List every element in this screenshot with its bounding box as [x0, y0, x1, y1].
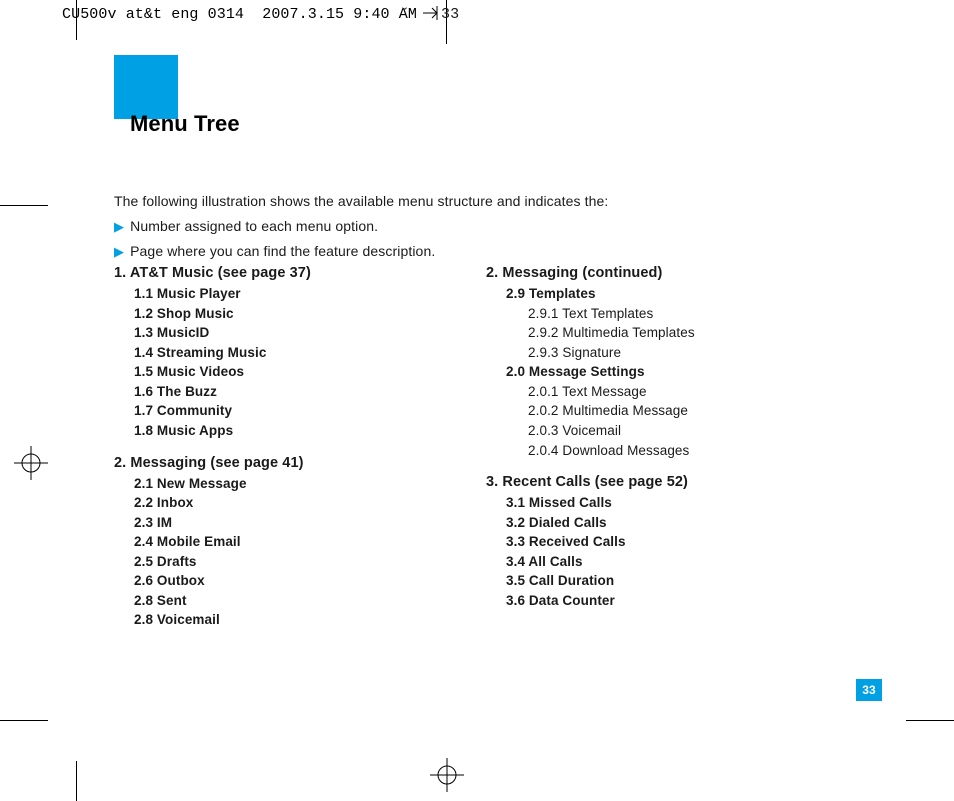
- menu-item: 2.1 New Message: [114, 474, 486, 494]
- menu-item: 2.3 IM: [114, 513, 486, 533]
- triangle-bullet-icon: ▶: [114, 242, 124, 262]
- menu-column-right: 2. Messaging (continued) 2.9 Templates 2…: [486, 265, 858, 630]
- intro-line: The following illustration shows the ava…: [114, 191, 608, 212]
- intro-bullet: ▶ Page where you can find the feature de…: [114, 241, 608, 262]
- menu-subheading: 2.0 Message Settings: [486, 362, 858, 382]
- menu-subitem: 2.9.3 Signature: [486, 343, 858, 363]
- menu-item: 2.6 Outbox: [114, 571, 486, 591]
- section-heading: 2. Messaging (see page 41): [114, 455, 486, 471]
- page-content: Menu Tree The following illustration sho…: [76, 55, 916, 755]
- menu-subitem: 2.9.2 Multimedia Templates: [486, 323, 858, 343]
- menu-item: 3.5 Call Duration: [486, 571, 858, 591]
- intro-block: The following illustration shows the ava…: [114, 191, 608, 262]
- menu-item: 2.5 Drafts: [114, 552, 486, 572]
- registration-mark-icon: [14, 446, 48, 480]
- intro-bullet-text: Number assigned to each menu option.: [130, 216, 378, 237]
- section-heading: 2. Messaging (continued): [486, 265, 858, 281]
- menu-item: 1.5 Music Videos: [114, 362, 486, 382]
- menu-item: 3.2 Dialed Calls: [486, 513, 858, 533]
- menu-item: 1.2 Shop Music: [114, 304, 486, 324]
- menu-item: 2.4 Mobile Email: [114, 532, 486, 552]
- menu-item: 1.8 Music Apps: [114, 421, 486, 441]
- menu-item: 1.7 Community: [114, 401, 486, 421]
- menu-item: 3.4 All Calls: [486, 552, 858, 572]
- menu-item: 1.3 MusicID: [114, 323, 486, 343]
- print-header-page-marker: 33: [423, 6, 459, 23]
- page-title: Menu Tree: [130, 111, 240, 137]
- menu-subheading: 2.9 Templates: [486, 284, 858, 304]
- menu-item: 3.1 Missed Calls: [486, 493, 858, 513]
- crop-mark: [0, 720, 48, 721]
- menu-item: 2.8 Sent: [114, 591, 486, 611]
- menu-item: 2.2 Inbox: [114, 493, 486, 513]
- section-heading: 3. Recent Calls (see page 52): [486, 474, 858, 490]
- print-header-glyph: ˘: [400, 6, 409, 23]
- menu-item: 1.6 The Buzz: [114, 382, 486, 402]
- menu-subitem: 2.9.1 Text Templates: [486, 304, 858, 324]
- triangle-bullet-icon: ▶: [114, 217, 124, 237]
- section-heading: 1. AT&T Music (see page 37): [114, 265, 486, 281]
- crop-mark: [76, 761, 77, 801]
- registration-mark-icon: [430, 758, 464, 792]
- menu-item: 1.4 Streaming Music: [114, 343, 486, 363]
- crop-mark: [0, 205, 48, 206]
- page-number-badge: 33: [856, 679, 882, 701]
- intro-bullet-text: Page where you can find the feature desc…: [130, 241, 435, 262]
- print-header-page-number: 33: [441, 6, 459, 23]
- menu-subitem: 2.0.2 Multimedia Message: [486, 401, 858, 421]
- menu-item: 3.6 Data Counter: [486, 591, 858, 611]
- menu-item: 2.8 Voicemail: [114, 610, 486, 630]
- print-header-filename: CU500v at&t eng 0314 2007.3.15 9:40 AM: [62, 6, 417, 23]
- menu-column-left: 1. AT&T Music (see page 37) 1.1 Music Pl…: [114, 265, 486, 630]
- menu-item: 3.3 Received Calls: [486, 532, 858, 552]
- menu-item: 1.1 Music Player: [114, 284, 486, 304]
- menu-subitem: 2.0.1 Text Message: [486, 382, 858, 402]
- title-accent-box: [114, 55, 178, 119]
- menu-subitem: 2.0.3 Voicemail: [486, 421, 858, 441]
- menu-subitem: 2.0.4 Download Messages: [486, 441, 858, 461]
- intro-bullet: ▶ Number assigned to each menu option.: [114, 216, 608, 237]
